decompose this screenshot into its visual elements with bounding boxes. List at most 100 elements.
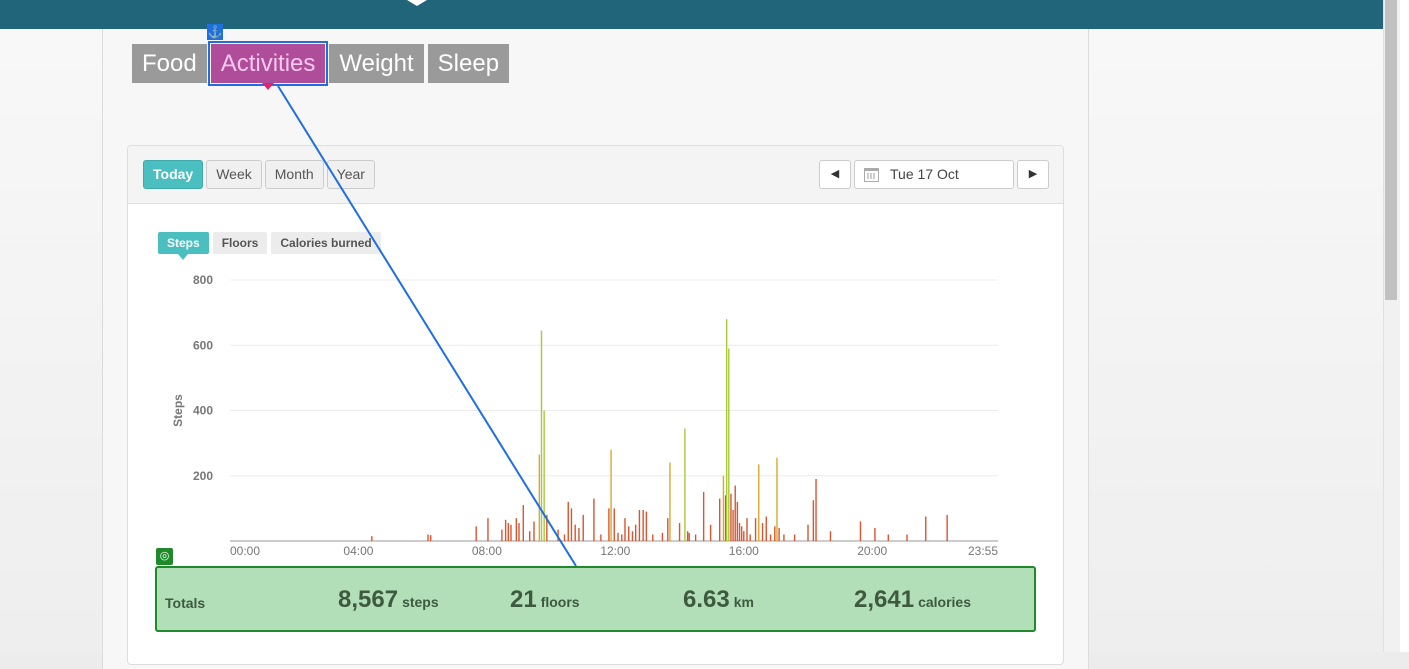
- metric-tab-calories[interactable]: Calories burned: [271, 232, 381, 254]
- top-bar-notch: [407, 0, 427, 6]
- chart-bar: [807, 524, 809, 541]
- chart-bar: [574, 524, 576, 541]
- chart-bar: [631, 531, 634, 541]
- totals-bar: Totals 8,567 steps 21 floors 6.63 km 2,641 c…: [155, 566, 1036, 632]
- total-calories-unit: calories: [918, 594, 971, 610]
- x-tick-label: 16:00: [729, 544, 759, 558]
- chart-bar: [740, 526, 743, 541]
- x-tick-label: 04:00: [343, 544, 373, 558]
- chart-bar: [617, 532, 619, 541]
- chart-bar: [738, 523, 741, 541]
- tab-activities[interactable]: Activities: [207, 41, 329, 90]
- tab-sleep[interactable]: Sleep: [427, 44, 510, 83]
- chart-bar: [645, 511, 648, 541]
- scrollbar-thumb[interactable]: [1385, 0, 1397, 300]
- y-tick-label: 200: [193, 469, 213, 483]
- chart-bar: [669, 462, 671, 541]
- chart-bar: [624, 518, 626, 541]
- chart-bar: [746, 518, 748, 541]
- chart-bar: [557, 529, 559, 541]
- chart-bar: [743, 531, 745, 541]
- right-edge-panel: [1400, 0, 1409, 652]
- chart-bar: [758, 464, 760, 541]
- total-floors: 21 floors: [510, 586, 580, 614]
- chart-bar: [628, 526, 630, 541]
- totals-label: Totals: [165, 595, 206, 611]
- next-day-button[interactable]: ▶: [1017, 160, 1049, 189]
- chart-bar: [593, 498, 595, 541]
- date-field[interactable]: Tue 17 Oct: [854, 160, 1014, 189]
- range-month-button[interactable]: Month: [264, 160, 324, 189]
- chart-bar: [475, 526, 477, 541]
- chart-bar: [684, 428, 686, 541]
- x-tick-label: 23:55: [968, 544, 998, 558]
- chart-bar: [722, 475, 725, 541]
- metric-tabs: Steps Floors Calories burned: [158, 232, 381, 260]
- chart-bar: [533, 521, 535, 541]
- chart-bar: [582, 514, 584, 541]
- range-year-button[interactable]: Year: [326, 160, 375, 189]
- main-tabs: Food Activities Weight Sleep: [132, 41, 510, 90]
- x-tick-label: 20:00: [857, 544, 887, 558]
- chart-bar: [694, 534, 697, 541]
- chart-bar: [608, 508, 610, 541]
- chart-bar: [688, 532, 690, 541]
- chart-bar: [686, 531, 689, 541]
- chart-bar: [518, 523, 520, 541]
- total-distance: 6.63 km: [683, 586, 754, 614]
- metric-tab-steps[interactable]: Steps: [158, 232, 209, 260]
- chart-bar: [887, 534, 889, 541]
- chart-bar: [543, 410, 545, 541]
- range-today-button[interactable]: Today: [143, 160, 204, 189]
- chart-bar: [642, 510, 644, 541]
- chart-bar: [761, 523, 764, 541]
- chart-bar: [504, 519, 507, 541]
- metric-tab-floors[interactable]: Floors: [212, 232, 268, 254]
- tab-food[interactable]: Food: [132, 44, 207, 83]
- chart-bar: [732, 510, 734, 541]
- chart-bar: [652, 534, 654, 541]
- caret-right-icon: ▶: [1028, 168, 1038, 180]
- chart-bar: [570, 508, 573, 541]
- total-steps-unit: steps: [402, 594, 439, 610]
- chart-bar: [540, 330, 543, 541]
- chart-bar: [709, 524, 712, 541]
- range-buttons: Today Week Month Year: [143, 160, 375, 189]
- chart-bar: [427, 534, 429, 541]
- chart-bar: [776, 457, 778, 541]
- y-tick-label: 800: [193, 273, 213, 287]
- chart-bar: [678, 523, 681, 541]
- tab-weight[interactable]: Weight: [329, 44, 424, 83]
- chart-bar: [487, 518, 489, 541]
- chart-bar: [793, 534, 796, 541]
- chart-bar: [621, 534, 623, 541]
- chart-bar: [529, 531, 531, 541]
- chart-bar: [638, 510, 641, 541]
- target-icon: ◎: [156, 548, 173, 565]
- chart-bar: [749, 534, 751, 541]
- total-calories: 2,641 calories: [854, 586, 971, 614]
- y-tick-label: 400: [193, 404, 213, 418]
- prev-day-button[interactable]: ◀: [819, 160, 851, 189]
- chart-bar: [906, 534, 908, 541]
- chart-bar: [610, 449, 612, 541]
- chart-bar: [946, 514, 948, 541]
- chart-bar: [774, 526, 776, 541]
- chart-bar: [859, 521, 862, 541]
- chart-bar: [634, 524, 637, 541]
- chart-bar: [730, 493, 732, 541]
- date-navigator: ◀ Tue 17 Oct ▶: [819, 160, 1049, 189]
- steps-chart: 800 600 400 200 00:00 04:00 08:00 12:00 16:00 20:…: [171, 273, 998, 558]
- range-week-button[interactable]: Week: [206, 160, 262, 189]
- chart-bar: [507, 523, 509, 541]
- total-steps: 8,567 steps: [338, 586, 439, 614]
- chart-bar: [925, 516, 927, 541]
- anchor-icon: ⚓: [207, 24, 223, 40]
- calendar-icon: [864, 168, 879, 182]
- chart-bar: [702, 492, 705, 541]
- chart-bar: [429, 535, 432, 541]
- total-distance-unit: km: [733, 594, 754, 610]
- chart-bar: [815, 479, 817, 541]
- chart-bar: [371, 536, 373, 541]
- x-tick-label: 00:00: [230, 544, 260, 558]
